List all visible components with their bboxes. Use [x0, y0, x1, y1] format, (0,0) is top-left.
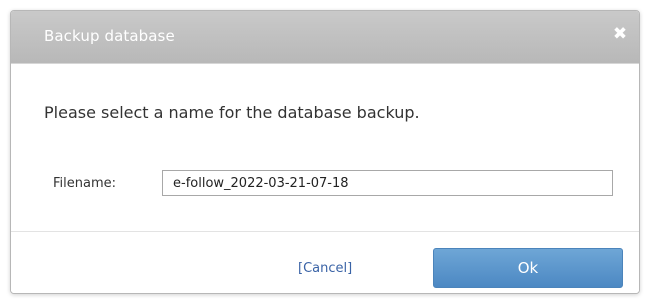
filename-label: Filename: — [53, 176, 117, 191]
dialog-footer: [Cancel] Ok — [11, 231, 639, 293]
ok-button[interactable]: Ok — [433, 248, 623, 288]
dialog-title: Backup database — [44, 27, 175, 45]
close-icon[interactable]: ✖ — [611, 25, 629, 43]
filename-input[interactable] — [162, 170, 613, 196]
dialog-titlebar: Backup database ✖ — [11, 11, 639, 64]
cancel-link[interactable]: [Cancel] — [298, 261, 352, 276]
dialog-message: Please select a name for the database ba… — [44, 103, 420, 122]
backup-database-dialog: Backup database ✖ Please select a name f… — [10, 10, 640, 294]
